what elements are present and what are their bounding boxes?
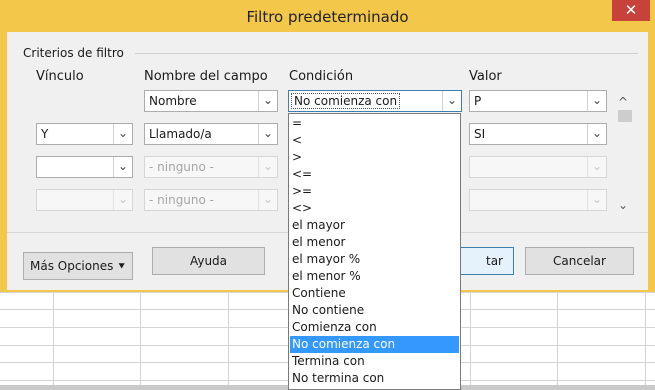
dropdown-option[interactable]: Comienza con xyxy=(290,319,459,336)
dropdown-option[interactable]: el mayor xyxy=(290,217,459,234)
ok-label: tar xyxy=(486,254,503,268)
chevron-down-icon[interactable]: ⌄ xyxy=(113,190,132,210)
chevron-down-icon[interactable]: ⌄ xyxy=(258,157,277,177)
dropdown-option[interactable]: el menor % xyxy=(290,268,459,285)
close-icon: ✕ xyxy=(624,1,638,19)
column-header-field-name: Nombre del campo xyxy=(144,69,268,84)
close-button[interactable]: ✕ xyxy=(612,0,650,21)
chevron-down-icon[interactable]: ⌄ xyxy=(587,190,606,210)
value-combobox-4[interactable]: ⌄ xyxy=(469,189,607,211)
column-header-condition: Condición xyxy=(289,69,354,84)
more-options-label: Más Opciones xyxy=(30,259,114,273)
grid-line xyxy=(470,292,471,390)
help-button[interactable]: Ayuda xyxy=(152,247,265,275)
cancel-button[interactable]: Cancelar xyxy=(525,247,634,275)
condition-value: No comienza con xyxy=(291,93,401,109)
chevron-down-icon[interactable]: ⌄ xyxy=(258,124,277,144)
title-bar[interactable]: Filtro predeterminado ✕ xyxy=(0,0,655,32)
scroll-down-icon[interactable]: ⌄ xyxy=(616,198,630,212)
grid-line xyxy=(228,292,229,390)
group-divider xyxy=(135,53,638,54)
value-text: SI xyxy=(474,127,486,141)
chevron-down-icon[interactable]: ⌄ xyxy=(587,124,606,144)
field-name-value: - ninguno - xyxy=(149,193,215,207)
more-options-button[interactable]: Más Opciones ⯆ xyxy=(23,252,133,280)
dropdown-option[interactable]: > xyxy=(290,149,459,166)
scroll-up-icon[interactable]: ^ xyxy=(616,95,630,109)
dropdown-option[interactable]: < xyxy=(290,132,459,149)
dropdown-option[interactable]: <> xyxy=(290,200,459,217)
field-name-select-3[interactable]: - ninguno - ⌄ xyxy=(144,156,278,178)
dropdown-option[interactable]: No termina con xyxy=(290,370,459,387)
dropdown-option[interactable]: >= xyxy=(290,183,459,200)
grid-line xyxy=(140,292,141,390)
scrollbar-thumb[interactable] xyxy=(618,110,632,122)
column-header-value: Valor xyxy=(469,69,502,84)
filter-criteria-label: Criterios de filtro xyxy=(23,46,124,60)
chevron-down-icon[interactable]: ⌄ xyxy=(113,157,132,177)
chevron-down-icon[interactable]: ⌄ xyxy=(258,190,277,210)
field-name-select-4[interactable]: - ninguno - ⌄ xyxy=(144,189,278,211)
value-combobox-3[interactable]: ⌄ xyxy=(469,156,607,178)
link-select-3[interactable]: ⌄ xyxy=(36,156,133,178)
grid-line xyxy=(557,292,558,390)
link-select-2[interactable]: Y ⌄ xyxy=(36,123,133,145)
condition-dropdown-list[interactable]: = < > <= >= <> el mayor el menor el mayo… xyxy=(288,113,461,390)
dialog-title: Filtro predeterminado xyxy=(246,8,409,26)
dropdown-option[interactable]: No contiene xyxy=(290,302,459,319)
dropdown-option[interactable]: Contiene xyxy=(290,285,459,302)
chevron-down-icon[interactable]: ⌄ xyxy=(587,91,606,111)
chevron-down-icon[interactable]: ⌄ xyxy=(442,91,461,111)
triangle-down-icon: ⯆ xyxy=(117,260,126,273)
field-name-value: Llamado/a xyxy=(149,127,212,141)
dropdown-option-selected[interactable]: No comienza con xyxy=(290,336,459,353)
field-name-select-1[interactable]: Nombre ⌄ xyxy=(144,90,278,112)
dropdown-option[interactable]: Termina con xyxy=(290,353,459,370)
value-text: P xyxy=(474,94,482,108)
help-label: Ayuda xyxy=(189,254,228,268)
cancel-label: Cancelar xyxy=(553,254,606,268)
field-name-value: - ninguno - xyxy=(149,160,215,174)
grid-line xyxy=(645,292,646,390)
dropdown-option[interactable]: <= xyxy=(290,166,459,183)
dropdown-option[interactable]: = xyxy=(290,115,459,132)
field-name-value: Nombre xyxy=(149,94,197,108)
dropdown-option[interactable]: el menor xyxy=(290,234,459,251)
chevron-down-icon[interactable]: ⌄ xyxy=(113,124,132,144)
value-combobox-1[interactable]: P ⌄ xyxy=(469,90,607,112)
grid-line xyxy=(53,292,54,390)
link-select-4[interactable]: ⌄ xyxy=(36,189,133,211)
chevron-down-icon[interactable]: ⌄ xyxy=(258,91,277,111)
condition-select-1[interactable]: No comienza con ⌄ xyxy=(288,90,462,112)
link-value: Y xyxy=(41,127,49,141)
value-combobox-2[interactable]: SI ⌄ xyxy=(469,123,607,145)
field-name-select-2[interactable]: Llamado/a ⌄ xyxy=(144,123,278,145)
dropdown-option[interactable]: el mayor % xyxy=(290,251,459,268)
column-header-link: Vínculo xyxy=(36,69,84,84)
chevron-down-icon[interactable]: ⌄ xyxy=(587,157,606,177)
